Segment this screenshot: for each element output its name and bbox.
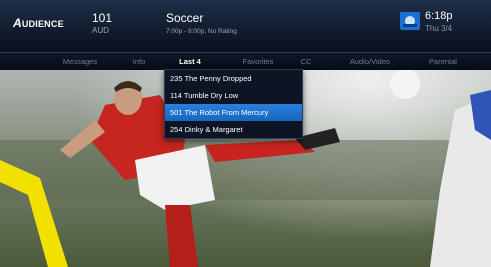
tab-messages[interactable]: Messages — [40, 53, 120, 70]
last-4-channels-menu: 235 The Penny Dropped 114 Tumble Dry Low… — [164, 69, 303, 139]
tab-info[interactable]: Info — [120, 53, 158, 70]
menu-tab-bar: Messages Info Last 4 Favorites CC Audio/… — [0, 52, 491, 70]
clock-date: Thu 3/4 — [425, 24, 453, 33]
channel-callsign: AUD — [92, 26, 109, 35]
tab-last-4[interactable]: Last 4 — [160, 53, 220, 70]
channel-number: 101 — [92, 11, 113, 25]
last-channel-item-selected[interactable]: 501 The Robot From Mercury — [165, 104, 302, 121]
tab-favorites[interactable]: Favorites — [218, 53, 298, 70]
tab-audio-video[interactable]: Audio/Video — [330, 53, 410, 70]
directv-logo-icon — [400, 12, 420, 30]
tab-cc[interactable]: CC — [292, 53, 320, 70]
brand-logo: AUDIENCE — [13, 16, 64, 30]
last-channel-item[interactable]: 254 Dinky & Margaret — [165, 121, 302, 138]
clock-time: 6:18p — [425, 10, 453, 22]
soccer-ball-icon — [390, 69, 420, 99]
last-channel-item[interactable]: 235 The Penny Dropped — [165, 70, 302, 87]
program-title: Soccer — [166, 11, 204, 25]
channel-info-bar: AUDIENCE 101 AUD Soccer 7:00p - 8:00p, N… — [0, 0, 491, 52]
tv-screen: AUDIENCE 101 AUD Soccer 7:00p - 8:00p, N… — [0, 0, 491, 267]
tab-parental[interactable]: Parental — [412, 53, 474, 70]
program-time-rating: 7:00p - 8:00p, No Rating — [166, 28, 237, 35]
last-channel-item[interactable]: 114 Tumble Dry Low — [165, 87, 302, 104]
